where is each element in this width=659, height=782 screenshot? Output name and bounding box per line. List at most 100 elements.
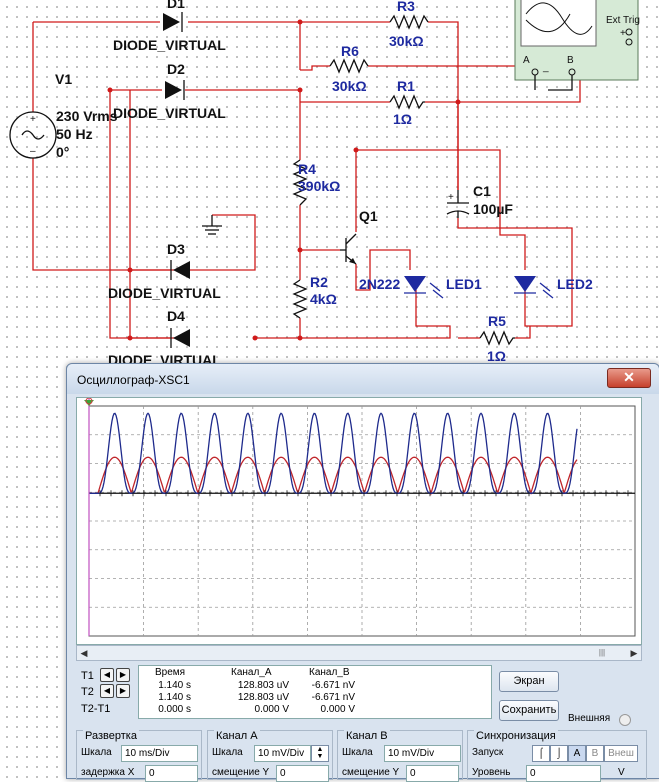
r6-value: 30kΩ: [332, 78, 367, 94]
channel-a-scale-spinner-icon[interactable]: ▲ ▼: [311, 745, 329, 762]
t2-left-arrow-icon[interactable]: ◀: [100, 684, 114, 698]
svg-text:–: –: [30, 146, 36, 157]
trigger-source-b-button[interactable]: B: [586, 745, 604, 762]
channel-a-terminal-label: A: [523, 55, 530, 66]
resistor-r1[interactable]: [389, 94, 425, 110]
row2-b: -6.671 nV: [311, 692, 355, 703]
row1-b: -6.671 nV: [311, 680, 355, 691]
led2[interactable]: [514, 276, 554, 299]
resistor-r3[interactable]: [389, 14, 429, 30]
measurement-table: Время Канал_А Канал_В 1.140 s 128.803 uV…: [138, 665, 492, 719]
timebase-scale-label: Шкала: [81, 747, 112, 758]
c1-ref: C1: [473, 183, 491, 199]
c1-value: 100µF: [473, 201, 513, 217]
channel-a-offset-field[interactable]: 0: [276, 765, 329, 782]
d1-model: DIODE_VIRTUAL: [113, 37, 226, 53]
v1-phase: 0°: [56, 144, 69, 160]
trigger-source-label: Запуск: [472, 747, 504, 758]
channel-b-scale-label: Шкала: [342, 747, 373, 758]
t1-right-arrow-icon[interactable]: ▶: [116, 668, 130, 682]
t1-left-arrow-icon[interactable]: ◀: [100, 668, 114, 682]
scroll-thumb[interactable]: |||: [587, 648, 617, 657]
led1[interactable]: [404, 276, 444, 299]
v1-source[interactable]: + –: [9, 111, 57, 159]
channel-b-group: Канал В Шкала 10 mV/Div смещение Y 0: [337, 730, 463, 782]
scroll-left-arrow-icon[interactable]: ◀: [77, 646, 91, 660]
scope-display[interactable]: [76, 397, 642, 645]
led1-ref: LED1: [446, 276, 482, 292]
diode-d3[interactable]: [170, 260, 190, 280]
row2-a: 128.803 uV: [237, 692, 289, 703]
external-label: Внешняя: [568, 713, 611, 724]
d2-model: DIODE_VIRTUAL: [113, 105, 226, 121]
trigger-level-unit: V: [618, 767, 625, 778]
external-radio[interactable]: [619, 714, 631, 726]
window-title: Осциллограф-XSC1: [77, 373, 190, 387]
close-button[interactable]: ✕: [607, 368, 651, 388]
screen-button[interactable]: Экран: [499, 671, 559, 692]
a-minus-label: _: [542, 62, 549, 73]
trigger-group: Синхронизация Запуск ⌠ ⌡ A B Внеш Уровен…: [467, 730, 647, 782]
d2-ref: D2: [167, 61, 185, 77]
trigger-level-field[interactable]: 0: [526, 765, 601, 782]
diode-d4[interactable]: [170, 328, 190, 348]
resistor-r2[interactable]: [292, 279, 308, 319]
t2-right-arrow-icon[interactable]: ▶: [116, 684, 130, 698]
channel-a-group: Канал А Шкала 10 mV/Div ▲ ▼ смещение Y 0: [207, 730, 333, 782]
header-time: Время: [155, 667, 186, 678]
save-button[interactable]: Сохранить: [499, 700, 559, 721]
horizontal-scrollbar[interactable]: ◀ ||| ▶: [76, 645, 642, 661]
trigger-falling-edge-icon[interactable]: ⌡: [550, 745, 568, 762]
header-channel-a: Канал_А: [231, 667, 272, 678]
channel-a-scale-label: Шкала: [212, 747, 243, 758]
channel-b-scale-field[interactable]: 10 mV/Div: [384, 745, 461, 762]
oscilloscope-instrument-icon[interactable]: [514, 0, 639, 81]
r4-ref: R4: [298, 161, 316, 177]
r5-ref: R5: [488, 313, 506, 329]
channel-a-scale-field[interactable]: 10 mV/Div: [254, 745, 311, 762]
header-channel-b: Канал_В: [309, 667, 350, 678]
svg-text:+: +: [448, 192, 454, 203]
timebase-group: Развертка Шкала 10 ms/Div задержка X 0: [76, 730, 202, 782]
timebase-scale-field[interactable]: 10 ms/Div: [121, 745, 198, 762]
trigger-title: Синхронизация: [474, 730, 558, 742]
resistor-r5[interactable]: [479, 330, 515, 346]
timebase-offset-label: задержка X: [81, 767, 135, 778]
diode-d2[interactable]: [165, 80, 185, 100]
row1-time: 1.140 s: [158, 680, 191, 691]
channel-b-offset-label: смещение Y: [342, 767, 400, 778]
resistor-r6[interactable]: [329, 58, 369, 74]
oscilloscope-window[interactable]: Осциллограф-XSC1 ✕ ◀ ||| ▶ T1 ◀ ▶ T2 ◀ ▶…: [66, 363, 659, 782]
v1-voltage: 230 Vrms: [56, 108, 118, 124]
q1-model: 2N222: [359, 276, 400, 292]
diode-d1[interactable]: [163, 12, 183, 32]
trigger-rising-edge-icon[interactable]: ⌠: [532, 745, 550, 762]
r2-value: 4kΩ: [310, 291, 337, 307]
cursor-readout: T1 ◀ ▶ T2 ◀ ▶ T2-T1 Время Канал_А Канал_…: [76, 662, 492, 719]
trigger-level-label: Уровень: [472, 767, 511, 778]
v1-label: V1: [55, 71, 72, 87]
r4-value: 390kΩ: [298, 178, 340, 194]
scope-display-svg: [77, 398, 641, 644]
transistor-q1[interactable]: [340, 233, 357, 265]
scroll-right-arrow-icon[interactable]: ▶: [627, 646, 641, 660]
r3-value: 30kΩ: [389, 33, 424, 49]
channel-a-title: Канал А: [214, 730, 260, 742]
timebase-offset-field[interactable]: 0: [145, 765, 198, 782]
row3-b: 0.000 V: [320, 704, 355, 715]
r6-ref: R6: [341, 43, 359, 59]
capacitor-c1[interactable]: +: [446, 190, 470, 218]
d3-model: DIODE_VIRTUAL: [108, 285, 221, 301]
t2t1-label: T2-T1: [81, 703, 111, 715]
row3-a: 0.000 V: [254, 704, 289, 715]
trigger-source-a-button[interactable]: A: [568, 745, 586, 762]
ground-icon: [202, 215, 222, 235]
trigger-source-ext-button[interactable]: Внеш: [604, 745, 638, 762]
timebase-title: Развертка: [83, 730, 139, 742]
row3-time: 0.000 s: [158, 704, 191, 715]
t1-label: T1: [81, 670, 94, 682]
window-titlebar[interactable]: Осциллограф-XSC1 ✕: [67, 364, 659, 394]
channel-b-terminal-label: B: [567, 55, 574, 66]
d1-ref: D1: [167, 0, 185, 11]
channel-b-offset-field[interactable]: 0: [406, 765, 459, 782]
